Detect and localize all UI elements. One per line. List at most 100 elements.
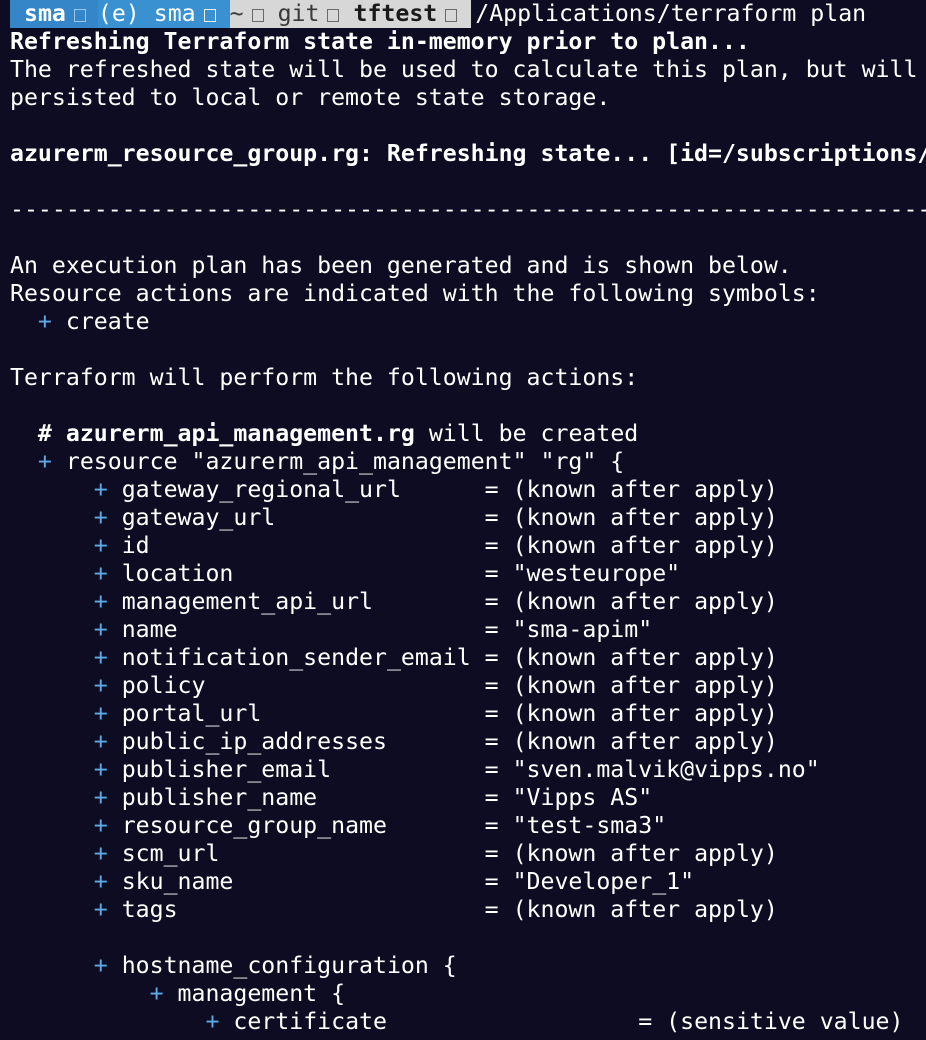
plus-icon: + [93,672,108,699]
plus-icon: + [93,616,108,643]
attribute-value: = (known after apply) [484,504,778,531]
attribute-value: = (known after apply) [484,672,778,699]
plus-icon: + [93,812,108,839]
resource-comment-line: # azurerm_api_management.rg will be crea… [10,420,638,448]
attribute-value: = "test-sma3" [484,812,667,839]
attribute-row: + scm_url = (known after apply) [10,840,778,868]
attribute-value: = "Vipps AS" [484,784,653,811]
attribute-value: = (known after apply) [484,728,778,755]
hostname-config-block: hostname_configuration { [121,952,457,979]
attribute-row: + id = (known after apply) [10,532,778,560]
plus-icon: + [93,644,108,671]
attribute-name: gateway_regional_url [121,476,485,503]
certificate-line: + certificate = (sensitive value) [10,1008,903,1036]
plus-icon: + [149,980,164,1007]
plus-icon: + [93,784,108,811]
prompt-branch-segment: tftest [353,0,472,28]
attribute-row: + policy = (known after apply) [10,672,778,700]
attribute-row: + gateway_url = (known after apply) [10,504,778,532]
create-label: create [65,308,150,335]
segment-separator-icon [251,9,264,22]
attribute-row: + sku_name = "Developer_1" [10,868,694,896]
plus-icon: + [205,1008,220,1035]
plus-icon: + [93,952,108,979]
attribute-value: = "sven.malvik@vipps.no" [484,756,820,783]
will-perform-line: Terraform will perform the following act… [10,364,639,391]
attribute-name: id [121,532,485,559]
attribute-name: policy [121,672,485,699]
attribute-row: + location = "westeurope" [10,560,680,588]
attribute-row: + publisher_name = "Vipps AS" [10,784,652,812]
attribute-name: publisher_email [121,756,485,783]
rg-refresh-line: azurerm_resource_group.rg: Refreshing st… [10,140,926,167]
prompt-home: ~ [229,0,244,27]
plus-icon: + [93,532,108,559]
plus-icon: + [93,868,108,895]
attribute-row: + publisher_email = "sven.malvik@vipps.n… [10,756,820,784]
attribute-row: + management_api_url = (known after appl… [10,588,778,616]
attribute-value: = "sma-apim" [484,616,653,643]
attribute-name: public_ip_addresses [121,728,485,755]
prompt-command[interactable]: /Applications/terraform plan [471,0,866,28]
attribute-value: = (known after apply) [484,840,778,867]
attribute-name: sku_name [121,868,485,895]
attribute-value: = (known after apply) [484,700,778,727]
prompt-branch: tftest [353,0,438,27]
attribute-name: tags [121,896,485,923]
plus-icon: + [93,504,108,531]
segment-separator-icon [73,9,86,22]
symbol-create-line: + create [10,308,150,336]
attribute-name: location [121,560,485,587]
attribute-value: = (known after apply) [484,644,778,671]
attribute-name: gateway_url [121,504,485,531]
attribute-row: + notification_sender_email = (known aft… [10,644,778,672]
terminal-window[interactable]: sma (e) sma ~ git tftest/Applications/terraf… [0,0,926,1040]
attribute-row: + resource_group_name = "test-sma3" [10,812,666,840]
management-block: management { [177,980,346,1007]
plus-icon: + [37,448,52,475]
attribute-value: = (known after apply) [484,896,778,923]
prompt-git: git [277,0,320,27]
attribute-name: notification_sender_email [121,644,485,671]
attribute-name: management_api_url [121,588,485,615]
attribute-name: name [121,616,485,643]
symbols-intro-line: Resource actions are indicated with the … [10,280,820,307]
attribute-value: = "Developer_1" [484,868,695,895]
prompt-user-segment: sma [10,0,98,28]
prompt-env: (e) sma [97,0,196,27]
plus-icon: + [93,896,108,923]
plus-icon: + [93,840,108,867]
plus-icon: + [93,560,108,587]
attribute-row: + tags = (known after apply) [10,896,778,924]
prompt-git-segment: git [277,0,354,28]
attribute-row: + portal_url = (known after apply) [10,700,778,728]
attribute-value: = (known after apply) [484,588,778,615]
plus-icon: + [93,588,108,615]
certificate-name: certificate [233,1008,639,1035]
plus-icon: + [93,700,108,727]
management-line: + management { [10,980,345,1008]
prompt-user: sma [24,0,66,27]
refreshed-line-2: persisted to local or remote state stora… [10,84,611,111]
attribute-name: resource_group_name [121,812,485,839]
attribute-row: + name = "sma-apim" [10,616,652,644]
shell-prompt: sma (e) sma ~ git tftest/Applications/terraf… [10,0,866,28]
refreshing-line: Refreshing Terraform state in-memory pri… [10,28,750,55]
certificate-value: = (sensitive value) [638,1008,904,1035]
attribute-row: + gateway_regional_url = (known after ap… [10,476,778,504]
attribute-name: portal_url [121,700,485,727]
attribute-value: = (known after apply) [484,532,778,559]
attribute-value: = (known after apply) [484,476,778,503]
resource-address: azurerm_api_management.rg [65,420,415,447]
hostname-config-line: + hostname_configuration { [10,952,457,980]
resource-declaration: resource "azurerm_api_management" "rg" { [65,448,625,475]
attribute-row: + public_ip_addresses = (known after app… [10,728,778,756]
plan-generated-line: An execution plan has been generated and… [10,252,792,279]
plus-icon: + [93,476,108,503]
will-be-created-text: will be created [428,420,639,447]
separator-line: ----------------------------------------… [10,196,926,223]
plus-icon: + [37,308,52,335]
plus-icon: + [93,756,108,783]
attribute-value: = "westeurope" [484,560,681,587]
attribute-name: publisher_name [121,784,485,811]
